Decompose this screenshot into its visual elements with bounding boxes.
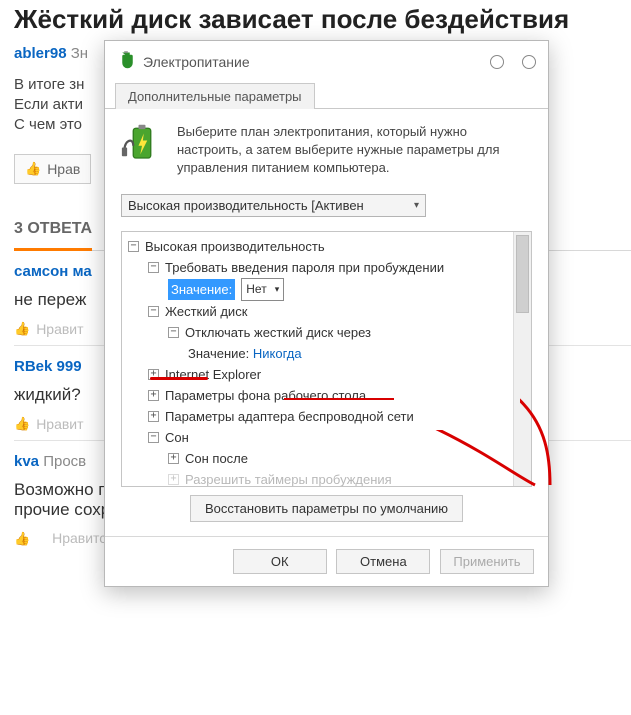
dialog-title: Электропитание	[143, 54, 482, 70]
tree-value-require-password[interactable]: Значение: Нет▾	[128, 278, 507, 301]
power-plan-select-value: Высокая производительность [Активен	[128, 198, 364, 213]
expand-icon[interactable]: +	[168, 453, 179, 464]
answer-user-link[interactable]: kva	[14, 453, 39, 470]
collapse-icon[interactable]: −	[148, 432, 159, 443]
answer-user-rank: Просв	[43, 453, 86, 470]
thumbs-up-icon: 👍	[25, 161, 41, 177]
chevron-down-icon: ▾	[275, 279, 280, 300]
tree-node-wake-timers[interactable]: +Разрешить таймеры пробуждения	[128, 469, 507, 486]
answer-user-link[interactable]: RBek 999	[14, 358, 82, 375]
intro-row: Выберите план электропитания, который ну…	[121, 123, 532, 178]
answer-user-link[interactable]: самсон ма	[14, 263, 92, 280]
minimize-button[interactable]	[490, 55, 504, 69]
tree-node-sleep-after[interactable]: +Сон после	[128, 448, 507, 469]
cancel-button[interactable]: Отмена	[336, 549, 430, 574]
thumbs-up-icon: 👍	[14, 531, 30, 546]
tree-node-desktop-bg[interactable]: +Параметры фона рабочего стола	[128, 385, 507, 406]
selected-label: Значение:	[168, 279, 235, 300]
titlebar: Электропитание	[105, 41, 548, 82]
intro-text: Выберите план электропитания, который ну…	[177, 123, 532, 178]
value-dropdown[interactable]: Нет▾	[241, 278, 284, 301]
dialog-footer: ОК Отмена Применить	[105, 536, 548, 586]
battery-charge-icon	[121, 123, 163, 178]
thumbs-up-icon: 👍	[14, 321, 30, 337]
settings-tree-container: −Высокая производительность −Требовать в…	[121, 231, 532, 487]
expand-icon[interactable]: +	[148, 390, 159, 401]
expand-icon[interactable]: +	[148, 411, 159, 422]
apply-button: Применить	[440, 549, 534, 574]
power-plan-select[interactable]: Высокая производительность [Активен ▾	[121, 194, 426, 217]
tree-node-wireless[interactable]: +Параметры адаптера беспроводной сети	[128, 406, 507, 427]
collapse-icon[interactable]: −	[148, 306, 159, 317]
like-label: Нрав	[47, 161, 80, 177]
answers-count: 3 ОТВЕТА	[14, 220, 92, 251]
tab-panel: Выберите план электропитания, который ну…	[105, 108, 548, 536]
tab-strip: Дополнительные параметры	[105, 82, 548, 108]
restore-defaults-button[interactable]: Восстановить параметры по умолчанию	[190, 495, 463, 522]
expand-icon[interactable]: +	[168, 474, 179, 485]
tree-node-plan[interactable]: −Высокая производительность	[128, 236, 507, 257]
power-options-dialog: Электропитание Дополнительные параметры …	[104, 40, 549, 587]
close-button[interactable]	[522, 55, 536, 69]
question-title: Жёсткий диск зависает после бездействия	[14, 4, 631, 35]
asker-rank: Зн	[71, 45, 88, 62]
value-link[interactable]: Никогда	[253, 343, 302, 364]
tree-node-hard-disk[interactable]: −Жесткий диск	[128, 301, 507, 322]
tree-node-require-password[interactable]: −Требовать введения пароля при пробужден…	[128, 257, 507, 278]
scrollbar-thumb[interactable]	[516, 235, 529, 313]
tree-value-turn-off-hdd[interactable]: Значение: Никогда	[128, 343, 507, 364]
collapse-icon[interactable]: −	[128, 241, 139, 252]
vertical-scrollbar[interactable]	[513, 232, 531, 486]
asker-link[interactable]: abler98	[14, 45, 67, 62]
tree-node-ie[interactable]: +Internet Explorer	[128, 364, 507, 385]
tree-node-sleep[interactable]: −Сон	[128, 427, 507, 448]
ok-button[interactable]: ОК	[233, 549, 327, 574]
expand-icon[interactable]: +	[148, 369, 159, 380]
thumbs-up-icon: 👍	[14, 416, 30, 432]
tree-node-turn-off-hdd[interactable]: −Отключать жесткий диск через	[128, 322, 507, 343]
chevron-down-icon: ▾	[414, 200, 419, 211]
collapse-icon[interactable]: −	[168, 327, 179, 338]
collapse-icon[interactable]: −	[148, 262, 159, 273]
tab-advanced-settings[interactable]: Дополнительные параметры	[115, 83, 315, 109]
value-label: Значение:	[188, 343, 249, 364]
settings-tree[interactable]: −Высокая производительность −Требовать в…	[122, 232, 513, 486]
answer-like[interactable]: 👍Нравит	[14, 321, 84, 337]
titlebar-controls	[490, 55, 536, 69]
answer-like[interactable]: 👍Нравит	[14, 416, 84, 432]
like-button[interactable]: 👍 Нрав	[14, 154, 91, 184]
power-options-icon	[117, 51, 135, 72]
